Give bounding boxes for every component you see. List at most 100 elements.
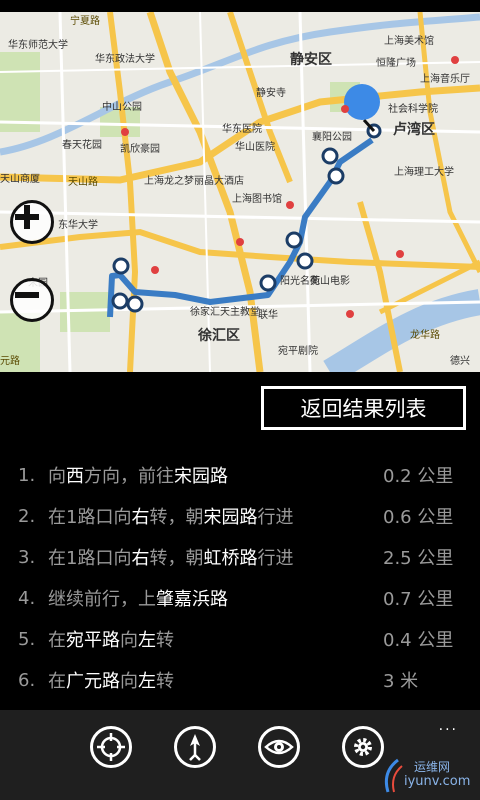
step-instruction: 在1路口向右转，朝虹桥路行进 xyxy=(48,544,293,570)
map-label: 凯欣豪园 xyxy=(120,144,160,155)
step-text: 向 xyxy=(120,671,138,692)
step-keyword: 西 xyxy=(66,466,84,487)
more-options-button[interactable]: ... xyxy=(439,718,458,734)
view-button[interactable] xyxy=(258,726,300,768)
map-label: 元路 xyxy=(0,356,20,367)
step-text: 继续前行，上 xyxy=(48,589,156,610)
map-label: 龙华路 xyxy=(410,330,440,341)
map-label: 华山医院 xyxy=(235,142,275,153)
waypoint-marker xyxy=(259,274,277,292)
step-number: 1. xyxy=(18,464,36,486)
direction-step[interactable]: 1. 向西方向，前往宋园路 0.2 公里 xyxy=(0,455,480,495)
step-text: 在1路口向 xyxy=(48,507,132,528)
step-keyword: 右 xyxy=(131,548,150,569)
map-label: 华东医院 xyxy=(222,124,262,135)
step-text: 转，朝 xyxy=(149,507,204,528)
map-label: 天山商厦 xyxy=(0,174,40,185)
map-label: 上海理工大学 xyxy=(394,167,454,178)
map-label: 上海龙之梦丽晶大酒店 xyxy=(144,176,244,187)
step-number: 6. xyxy=(18,669,36,691)
map-label: 上海音乐厅 xyxy=(420,74,470,85)
step-text: 方向，前往 xyxy=(84,466,174,487)
waypoint-marker xyxy=(126,295,144,313)
step-number: 2. xyxy=(18,505,36,527)
step-text: 行进 xyxy=(257,548,294,569)
step-keyword: 左 xyxy=(138,630,156,651)
step-instruction: 继续前行，上肇嘉浜路 xyxy=(48,585,228,611)
step-text: 转 xyxy=(156,671,174,692)
direction-step[interactable]: 2. 在1路口向右转，朝宋园路行进 0.6 公里 xyxy=(0,496,480,536)
waypoint-marker xyxy=(321,147,339,165)
map-label: 德兴 xyxy=(450,356,470,367)
step-text: 向 xyxy=(120,630,138,651)
map-label: 宛平剧院 xyxy=(278,346,318,357)
zoom-in-button[interactable] xyxy=(10,200,54,244)
locate-icon xyxy=(97,733,125,761)
step-distance: 3 米 xyxy=(383,671,419,692)
step-keyword: 右 xyxy=(131,507,150,528)
direction-step[interactable]: 5. 在宛平路向左转 0.4 公里 xyxy=(0,619,480,659)
eye-icon xyxy=(264,739,294,755)
map-label: 天山路 xyxy=(68,177,98,188)
map-label: 联华 xyxy=(258,310,278,321)
step-text: 在 xyxy=(48,671,66,692)
step-keyword: 肇嘉浜路 xyxy=(156,589,228,610)
direction-step[interactable]: 4. 继续前行，上肇嘉浜路 0.7 公里 xyxy=(0,578,480,618)
step-text: 转，朝 xyxy=(149,548,204,569)
waypoint-marker xyxy=(327,167,345,185)
zoom-out-button[interactable] xyxy=(10,278,54,322)
plus-icon xyxy=(15,205,39,229)
direction-step[interactable]: 3. 在1路口向右转，朝虹桥路行进 2.5 公里 xyxy=(0,537,480,577)
route-line xyxy=(107,137,374,318)
map-label: 社会科学院 xyxy=(388,104,438,115)
direction-step[interactable]: 6. 在广元路向左转 3 米 xyxy=(0,660,480,700)
step-distance: 0.7 公里 xyxy=(383,589,454,610)
locate-button[interactable] xyxy=(90,726,132,768)
waypoint-marker xyxy=(111,292,129,310)
waypoint-marker xyxy=(112,257,130,275)
step-text: 在 xyxy=(48,630,66,651)
gear-icon xyxy=(354,738,372,756)
map-label: 恒隆广场 xyxy=(376,58,416,69)
map-label: 华东师范大学 xyxy=(8,40,68,51)
step-distance: 0.6 公里 xyxy=(383,507,454,528)
map-label-district: 徐汇区 xyxy=(198,328,240,344)
step-keyword: 广元路 xyxy=(66,671,120,692)
step-instruction: 在广元路向左转 xyxy=(48,667,174,693)
waypoint-marker xyxy=(296,252,314,270)
watermark-text: 运维网 xyxy=(414,760,451,774)
step-keyword: 左 xyxy=(138,671,156,692)
step-instruction: 向西方向，前往宋园路 xyxy=(48,462,228,488)
map-label: 静安寺 xyxy=(256,88,286,99)
step-text: 转 xyxy=(156,630,174,651)
current-location-pin xyxy=(344,84,380,120)
map-label: 华东政法大学 xyxy=(95,54,155,65)
step-text: 在1路口向 xyxy=(48,548,132,569)
settings-button[interactable] xyxy=(342,726,384,768)
minus-icon xyxy=(15,292,39,298)
step-keyword: 宋园路 xyxy=(174,466,228,487)
map-label-district: 卢湾区 xyxy=(393,122,435,138)
step-keyword: 虹桥路 xyxy=(203,548,258,569)
map-label: 宁夏路 xyxy=(70,16,100,27)
map-view[interactable]: 华东师范大学 华东政法大学 静安区 卢湾区 徐汇区 中山公园 凯欣豪园 春天花园… xyxy=(0,12,480,372)
compass-button[interactable] xyxy=(174,726,216,768)
return-to-results-button[interactable]: 返回结果列表 xyxy=(261,386,466,430)
step-text: 行进 xyxy=(257,507,294,528)
waypoint-marker xyxy=(285,231,303,249)
map-label-district: 静安区 xyxy=(290,52,332,68)
step-number: 3. xyxy=(18,546,36,568)
map-label: 襄阳公园 xyxy=(312,132,352,143)
map-label: 中山公园 xyxy=(102,102,142,113)
watermark-logo: 运维网 iyunv.com xyxy=(380,752,476,796)
map-label: 上海图书馆 xyxy=(232,194,282,205)
step-keyword: 宛平路 xyxy=(66,630,120,651)
step-number: 5. xyxy=(18,628,36,650)
map-label: 东华大学 xyxy=(58,220,98,231)
step-instruction: 在宛平路向左转 xyxy=(48,626,174,652)
step-distance: 2.5 公里 xyxy=(383,548,454,569)
map-label: 徐家汇天主教堂 xyxy=(190,307,260,318)
step-keyword: 宋园路 xyxy=(203,507,258,528)
step-distance: 0.4 公里 xyxy=(383,630,454,651)
compass-icon xyxy=(189,734,201,761)
